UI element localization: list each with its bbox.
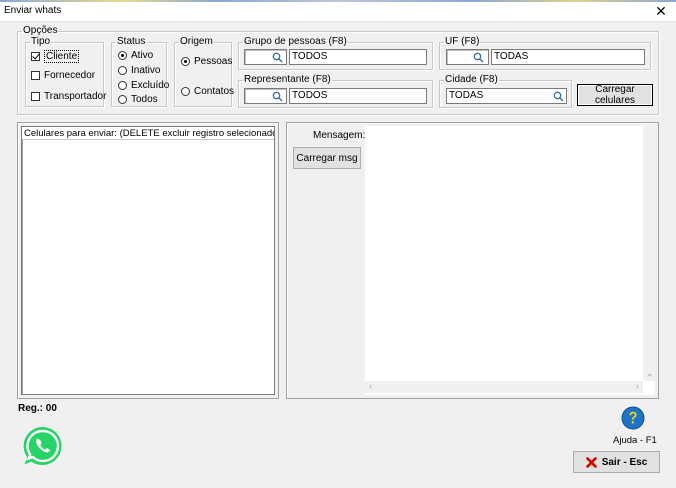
close-icon xyxy=(585,456,597,468)
radio-dot[interactable] xyxy=(181,87,190,96)
load-message-button[interactable]: Carregar msg xyxy=(293,147,361,169)
cidade-legend: Cidade (F8) xyxy=(445,74,498,85)
status-ativo-radio[interactable]: Ativo xyxy=(118,50,153,61)
window-titlebar: Enviar whats ✕ xyxy=(0,0,676,22)
titlebar-stripe xyxy=(0,0,676,2)
tipo-legend: Tipo xyxy=(31,36,51,47)
radio-dot[interactable] xyxy=(118,95,127,104)
whatsapp-icon[interactable] xyxy=(22,425,64,467)
scroll-left-arrow[interactable]: ‹ xyxy=(369,381,372,391)
search-icon[interactable] xyxy=(553,91,564,102)
tipo-cliente-checkbox[interactable]: Cliente xyxy=(31,50,80,63)
exit-button[interactable]: Sair - Esc xyxy=(573,451,660,473)
grupo-legend: Grupo de pessoas (F8) xyxy=(244,36,347,47)
radio-dot[interactable] xyxy=(118,66,127,75)
record-count: Reg.: 00 xyxy=(18,403,57,414)
origem-legend: Origem xyxy=(180,36,213,47)
checkbox-label: Fornecedor xyxy=(44,70,96,81)
options-legend: Opções xyxy=(23,25,58,36)
radio-label: Pessoas xyxy=(194,56,233,67)
message-label: Mensagem: xyxy=(313,130,366,141)
phones-list-header: Celulares para enviar: (DELETE excluir r… xyxy=(22,127,274,140)
origem-contatos-radio[interactable]: Contatos xyxy=(181,86,234,97)
status-todos-radio[interactable]: Todos xyxy=(118,94,158,105)
checkbox-label: Transportador xyxy=(44,91,107,102)
status-excluido-radio[interactable]: Excluído xyxy=(118,80,169,91)
grupo-value-field[interactable]: TODOS xyxy=(289,49,427,65)
radio-dot[interactable] xyxy=(181,57,190,66)
radio-label: Excluído xyxy=(131,80,170,91)
radio-label: Inativo xyxy=(131,65,161,76)
origem-pessoas-radio[interactable]: Pessoas xyxy=(181,56,232,67)
message-vertical-scrollbar[interactable]: ⌄ xyxy=(643,126,655,381)
checkbox-box[interactable] xyxy=(31,52,40,61)
scroll-right-arrow[interactable]: › xyxy=(636,381,639,391)
uf-legend: UF (F8) xyxy=(445,36,480,47)
cidade-value-field[interactable]: TODAS xyxy=(446,88,567,104)
checkbox-box[interactable] xyxy=(31,92,40,101)
radio-dot[interactable] xyxy=(118,81,127,90)
help-icon[interactable] xyxy=(621,406,645,430)
checkbox-label: Cliente xyxy=(44,50,80,63)
exit-button-label: Sair - Esc xyxy=(601,456,648,468)
status-legend: Status xyxy=(117,36,146,47)
radio-label: Ativo xyxy=(131,50,154,61)
search-icon[interactable] xyxy=(272,52,283,63)
load-phones-button[interactable]: Carregar celulares xyxy=(577,84,653,106)
representante-legend: Representante (F8) xyxy=(244,74,331,85)
tipo-fornecedor-checkbox[interactable]: Fornecedor xyxy=(31,70,95,81)
search-icon[interactable] xyxy=(473,52,484,63)
scroll-down-arrow[interactable]: ⌄ xyxy=(646,368,654,379)
phones-listbox[interactable] xyxy=(21,126,275,395)
checkbox-box[interactable] xyxy=(31,71,40,80)
representante-value-field[interactable]: TODOS xyxy=(289,88,427,104)
radio-label: Todos xyxy=(131,94,158,105)
window-title: Enviar whats xyxy=(4,5,62,16)
status-inativo-radio[interactable]: Inativo xyxy=(118,65,160,76)
radio-dot[interactable] xyxy=(118,51,127,60)
tipo-transportador-checkbox[interactable]: Transportador xyxy=(31,91,106,102)
search-icon[interactable] xyxy=(272,91,283,102)
message-textarea[interactable] xyxy=(365,126,655,395)
message-horizontal-scrollbar[interactable]: ‹ › xyxy=(365,381,643,393)
help-label: Ajuda - F1 xyxy=(613,435,657,446)
radio-label: Contatos xyxy=(194,86,235,97)
window-close-button[interactable]: ✕ xyxy=(652,2,670,20)
uf-value-field[interactable]: TODAS xyxy=(491,49,645,65)
